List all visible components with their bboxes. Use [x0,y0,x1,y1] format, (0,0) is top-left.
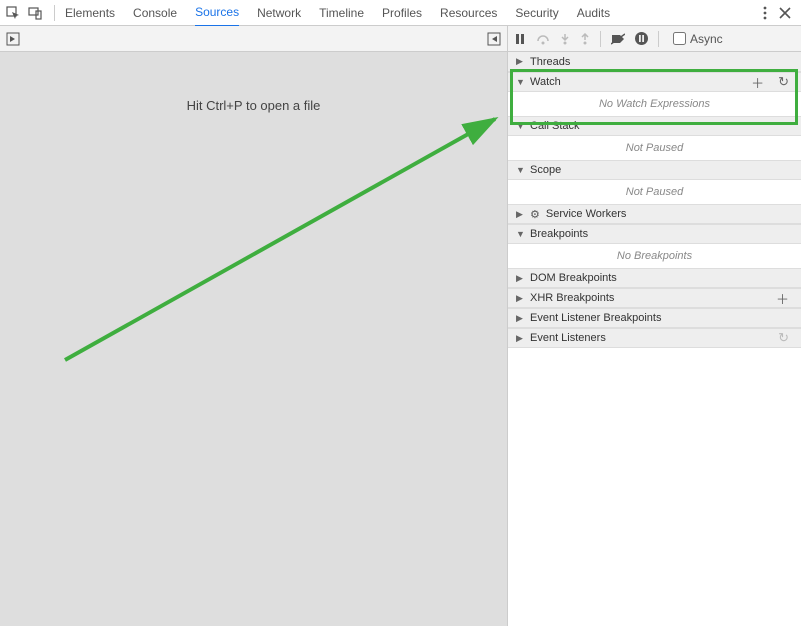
section-event-listeners[interactable]: ▶ Event Listeners ↻ [508,328,801,348]
section-label: Event Listeners [530,332,768,344]
section-event-listener-breakpoints[interactable]: ▶ Event Listener Breakpoints [508,308,801,328]
show-debugger-icon[interactable] [487,32,501,46]
section-breakpoints[interactable]: ▼ Breakpoints [508,224,801,244]
inspect-element-icon[interactable] [6,6,20,20]
section-dom-breakpoints[interactable]: ▶ DOM Breakpoints [508,268,801,288]
tab-elements[interactable]: Elements [65,0,115,26]
chevron-down-icon: ▼ [516,165,524,175]
show-navigator-icon[interactable] [6,32,20,46]
section-service-workers[interactable]: ▶ ⚙ Service Workers [508,204,801,224]
tab-security[interactable]: Security [515,0,558,26]
scope-empty: Not Paused [508,180,801,204]
divider [600,31,601,47]
add-xhr-breakpoint-icon[interactable]: ＋ [772,289,793,308]
tab-sources[interactable]: Sources [195,0,239,27]
async-checkbox[interactable] [673,32,686,45]
async-label: Async [690,32,723,46]
section-label: Service Workers [546,208,793,220]
async-checkbox-wrap[interactable]: Async [669,32,723,46]
section-label: Call Stack [530,120,793,132]
section-label: Breakpoints [530,228,793,240]
deactivate-breakpoints-icon[interactable] [611,33,625,45]
sources-panel: Hit Ctrl+P to open a file [0,26,801,626]
chevron-down-icon: ▼ [516,77,524,87]
section-label: Scope [530,164,793,176]
devtools-tab-strip: Elements Console Sources Network Timelin… [0,0,801,26]
chevron-down-icon: ▼ [516,121,524,131]
section-xhr-breakpoints[interactable]: ▶ XHR Breakpoints ＋ [508,288,801,308]
chevron-right-icon: ▶ [516,273,524,284]
section-label: XHR Breakpoints [530,292,766,304]
debugger-toolbar: Async [508,26,801,52]
section-threads[interactable]: ▶ Threads [508,52,801,72]
editor-empty-hint: Hit Ctrl+P to open a file [0,52,507,113]
section-scope[interactable]: ▼ Scope [508,160,801,180]
chevron-right-icon: ▶ [516,313,524,324]
tab-console[interactable]: Console [133,0,177,26]
refresh-watch-icon[interactable]: ↻ [774,74,793,90]
tab-timeline[interactable]: Timeline [319,0,364,26]
debugger-pane: Async ▶ Threads ▼ Watch ＋ ↻ No Watch Exp… [508,26,801,626]
breakpoints-empty: No Breakpoints [508,244,801,268]
chevron-right-icon: ▶ [516,209,524,220]
chevron-right-icon: ▶ [516,293,524,304]
device-toolbar-icon[interactable] [28,6,42,20]
section-watch[interactable]: ▼ Watch ＋ ↻ [508,72,801,92]
step-into-icon[interactable] [560,33,570,45]
editor-body: Hit Ctrl+P to open a file [0,52,507,626]
watch-empty: No Watch Expressions [508,92,801,116]
step-out-icon[interactable] [580,33,590,45]
section-label: Event Listener Breakpoints [530,312,793,324]
chevron-down-icon: ▼ [516,229,524,239]
close-icon[interactable] [779,7,791,19]
tab-audits[interactable]: Audits [577,0,610,26]
editor-pane: Hit Ctrl+P to open a file [0,26,508,626]
divider [54,5,55,21]
pause-icon[interactable] [514,33,526,45]
section-callstack[interactable]: ▼ Call Stack [508,116,801,136]
section-label: Threads [530,56,793,68]
chevron-right-icon: ▶ [516,56,524,67]
refresh-event-listeners-icon[interactable]: ↻ [774,330,793,346]
section-label: DOM Breakpoints [530,272,793,284]
callstack-empty: Not Paused [508,136,801,160]
step-over-icon[interactable] [536,33,550,45]
section-label: Watch [530,76,741,88]
chevron-right-icon: ▶ [516,333,524,344]
add-watch-icon[interactable]: ＋ [747,73,768,92]
tab-network[interactable]: Network [257,0,301,26]
tab-resources[interactable]: Resources [440,0,497,26]
gear-icon: ⚙ [530,208,540,221]
tab-profiles[interactable]: Profiles [382,0,422,26]
divider [658,31,659,47]
kebab-menu-icon[interactable] [763,6,767,20]
pause-on-exceptions-icon[interactable] [635,32,648,45]
devtools-tabs: Elements Console Sources Network Timelin… [61,0,753,26]
